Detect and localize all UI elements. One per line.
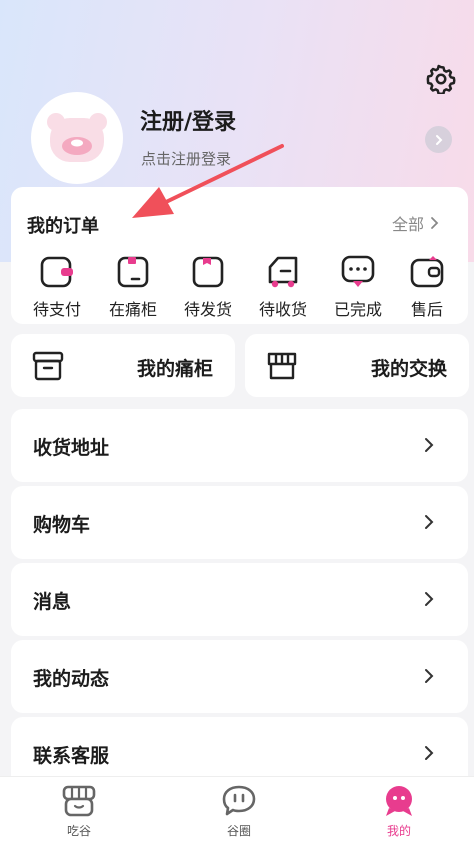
tab-label: 我的 [386,824,411,838]
tab-me[interactable]: 我的 [359,784,439,839]
order-to-receive[interactable]: 待收货 [253,254,313,320]
tab-label: 吃谷 [66,824,91,838]
chevron-right-icon [425,669,434,683]
box-icon [117,256,149,288]
chevron-right-icon [425,746,434,760]
menu-item-cart[interactable]: 购物车 [11,486,468,559]
order-label: 待支付 [32,300,81,319]
orders-view-all[interactable]: 全部 [392,211,440,235]
cabinet-icon [32,351,64,381]
shop-icon [62,785,96,817]
orders-view-all-label: 全部 [391,215,424,234]
my-exchange-label: 我的交换 [370,358,447,380]
order-to-ship[interactable]: 待发货 [178,254,238,320]
order-pending-payment[interactable]: 待支付 [27,254,87,320]
menu-item-label: 购物车 [33,514,91,536]
order-label: 待发货 [183,300,232,319]
menu-item-label: 消息 [33,591,72,613]
order-label: 在痛柜 [108,300,157,319]
menu-item-label: 收货地址 [33,437,110,459]
menu-item-label: 联系客服 [33,745,110,767]
chevron-right-icon [425,515,434,529]
chevron-right-icon [435,134,442,145]
order-after-sales[interactable]: 售后 [397,254,457,320]
gear-icon [426,64,456,94]
order-label: 已完成 [333,300,382,319]
order-label: 售后 [410,300,443,319]
bear-avatar-icon [47,113,107,162]
tab-shop[interactable]: 吃谷 [39,784,119,839]
chevron-right-icon [425,592,434,606]
tab-label: 谷圈 [226,824,251,838]
package-icon [192,256,224,288]
store-icon [267,352,297,380]
chat-dots-icon [341,255,375,287]
chevron-right-icon [425,438,434,452]
tab-circle[interactable]: 谷圈 [199,784,279,839]
login-title[interactable]: 注册/登录 [140,104,236,136]
orders-title: 我的订单 [27,216,99,237]
order-in-cabinet[interactable]: 在痛柜 [103,254,163,320]
chat-bubble-icon [222,785,256,816]
chevron-right-icon [431,217,439,229]
menu-item-label: 我的动态 [33,668,110,690]
truck-icon [268,256,298,288]
my-exchange-button[interactable]: 我的交换 [245,334,469,397]
wallet-pending-icon [40,256,73,288]
login-arrow-button[interactable] [425,126,452,153]
my-cabinet-label: 我的痛柜 [136,358,213,380]
my-cabinet-button[interactable]: 我的痛柜 [11,334,235,397]
profile-mascot-icon [386,786,412,816]
login-subtitle[interactable]: 点击注册登录 [141,148,231,169]
order-label: 待收货 [258,300,307,319]
avatar[interactable] [31,92,123,184]
wallet-refund-icon [410,256,444,288]
order-completed[interactable]: 已完成 [328,254,388,320]
menu-item-address[interactable]: 收货地址 [11,409,468,482]
menu-item-my-posts[interactable]: 我的动态 [11,640,468,713]
settings-button[interactable] [424,62,458,96]
menu-item-messages[interactable]: 消息 [11,563,468,636]
